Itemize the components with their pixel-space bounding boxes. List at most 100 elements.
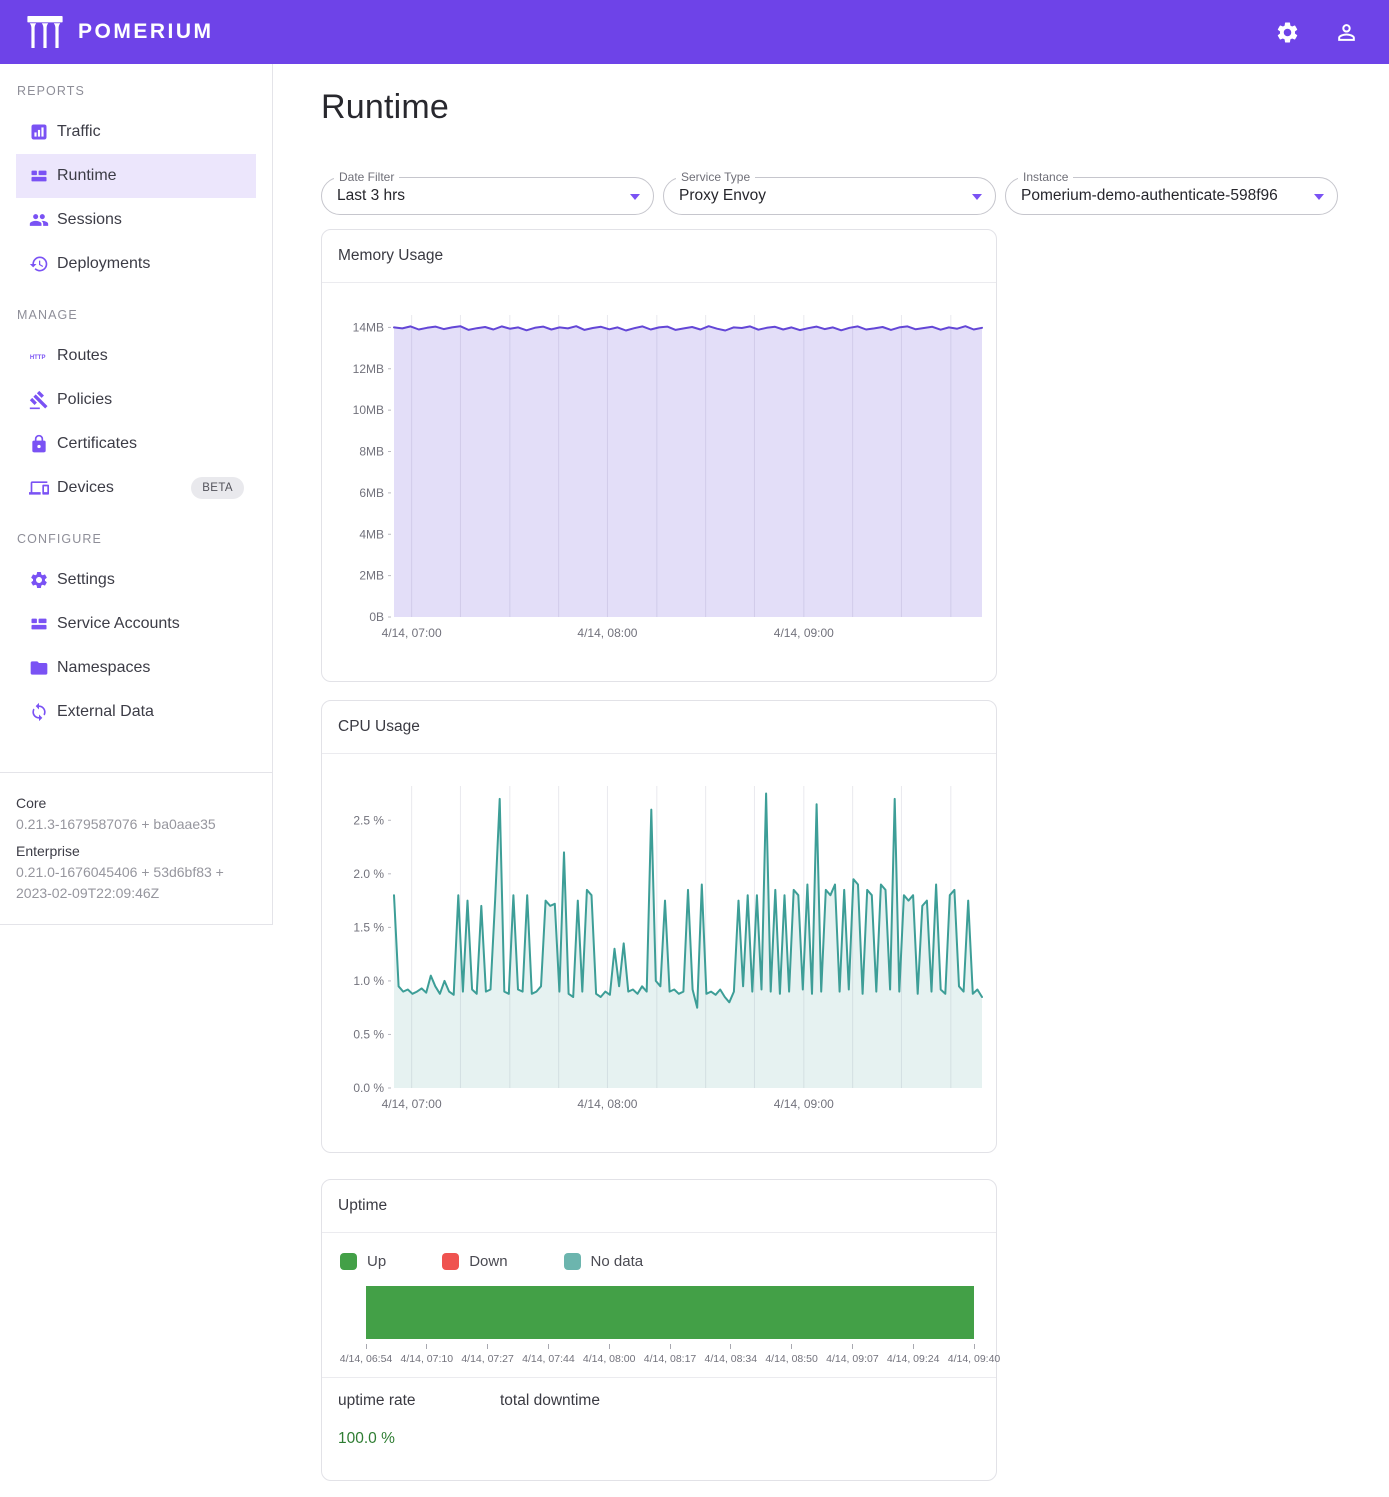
- date-filter-label: Date Filter: [334, 170, 399, 184]
- sidebar-section-title: MANAGE: [0, 308, 272, 322]
- uptime-tick-mark: [791, 1344, 792, 1349]
- total-downtime-col: total downtime: [500, 1392, 600, 1448]
- sidebar-item-sessions[interactable]: Sessions: [16, 198, 256, 242]
- uptime-tick-label: 4/14, 06:54: [340, 1353, 393, 1365]
- sidebar-item-runtime[interactable]: Runtime: [16, 154, 256, 198]
- sidebar-item-label: Settings: [57, 571, 115, 589]
- svg-text:HTTP: HTTP: [30, 355, 46, 361]
- sidebar-item-deployments[interactable]: Deployments: [16, 242, 256, 286]
- legend-swatch: [564, 1253, 581, 1270]
- page-title: Runtime: [321, 88, 1341, 127]
- chevron-down-icon: [630, 194, 640, 200]
- certificates-lock-icon: [29, 434, 49, 454]
- namespaces-folder-icon: [29, 658, 49, 678]
- sidebar-item-policies[interactable]: Policies: [16, 378, 256, 422]
- uptime-tick-mark: [670, 1344, 671, 1349]
- svg-text:4/14, 08:00: 4/14, 08:00: [577, 626, 637, 640]
- uptime-tick-mark: [487, 1344, 488, 1349]
- svg-text:1.5 %: 1.5 %: [353, 920, 384, 934]
- memory-usage-card: Memory Usage 14MB12MB10MB8MB6MB4MB2MB0B4…: [321, 229, 997, 682]
- legend-swatch: [340, 1253, 357, 1270]
- sidebar-nav: REPORTS Traffic Runtime SessionsDeployments…: [0, 84, 272, 772]
- deployments-history-icon: [29, 254, 49, 274]
- traffic-chart-icon: [29, 122, 49, 142]
- uptime-tick-mark: [366, 1344, 367, 1349]
- cpu-usage-card: CPU Usage 2.5 %2.0 %1.5 %1.0 %0.5 %0.0 %…: [321, 700, 997, 1153]
- sidebar-item-service-accounts[interactable]: Service Accounts: [16, 602, 256, 646]
- instance-label: Instance: [1018, 170, 1073, 184]
- sidebar-item-label: Routes: [57, 347, 108, 365]
- svg-text:2.0 %: 2.0 %: [353, 867, 384, 881]
- enterprise-version-value: 0.21.0-1676045406 + 53d6bf83 + 2023-02-0…: [16, 862, 256, 904]
- service-type-select[interactable]: Service Type Proxy Envoy: [663, 177, 996, 215]
- svg-text:8MB: 8MB: [359, 445, 384, 459]
- sidebar-item-label: Traffic: [57, 123, 101, 141]
- brand: POMERIUM: [24, 16, 214, 48]
- uptime-bar: [366, 1286, 974, 1339]
- legend-label: Down: [469, 1253, 507, 1270]
- settings-gear-icon: [29, 570, 49, 590]
- sidebar-item-label: Runtime: [57, 167, 117, 185]
- uptime-tick-mark: [730, 1344, 731, 1349]
- instance-select[interactable]: Instance Pomerium-demo-authenticate-598f…: [1005, 177, 1338, 215]
- runtime-storage-icon: [29, 166, 49, 186]
- service-type-value: Proxy Envoy: [679, 187, 766, 205]
- sidebar: REPORTS Traffic Runtime SessionsDeployments…: [0, 64, 273, 925]
- settings-gear-icon[interactable]: [1271, 16, 1304, 49]
- cpu-usage-chart: 2.5 %2.0 %1.5 %1.0 %0.5 %0.0 %4/14, 07:0…: [336, 774, 984, 1126]
- svg-text:4MB: 4MB: [359, 527, 384, 541]
- cpu-usage-title: CPU Usage: [322, 701, 996, 754]
- service-accounts-icon: [29, 614, 49, 634]
- uptime-segment-up: [366, 1286, 974, 1339]
- routes-http-icon: HTTP: [29, 346, 49, 366]
- filters-row: Date Filter Last 3 hrs Service Type Prox…: [321, 177, 1341, 215]
- uptime-tick-label: 4/14, 07:27: [461, 1353, 514, 1365]
- legend-item-down: Down: [442, 1253, 507, 1270]
- uptime-tick-mark: [548, 1344, 549, 1349]
- sidebar-item-external-data[interactable]: External Data: [16, 690, 256, 734]
- uptime-tick-mark: [852, 1344, 853, 1349]
- sidebar-item-devices[interactable]: DevicesBETA: [16, 466, 256, 510]
- instance-value: Pomerium-demo-authenticate-598f96: [1021, 187, 1278, 205]
- uptime-legend: UpDownNo data: [336, 1247, 982, 1286]
- legend-swatch: [442, 1253, 459, 1270]
- memory-usage-chart: 14MB12MB10MB8MB6MB4MB2MB0B4/14, 07:004/1…: [336, 303, 984, 655]
- legend-label: Up: [367, 1253, 386, 1270]
- account-person-icon[interactable]: [1330, 16, 1363, 49]
- uptime-summary: uptime rate 100.0 % total downtime: [322, 1377, 996, 1480]
- header-actions: [1271, 16, 1363, 49]
- service-type-label: Service Type: [676, 170, 755, 184]
- sidebar-section-manage: MANAGE HTTP Routes Policies CertificatesDevi…: [0, 308, 272, 510]
- uptime-rate-value: 100.0 %: [338, 1430, 500, 1448]
- sidebar-item-routes[interactable]: HTTP Routes: [16, 334, 256, 378]
- uptime-tick-label: 4/14, 09:07: [826, 1353, 879, 1365]
- svg-text:6MB: 6MB: [359, 486, 384, 500]
- policies-gavel-icon: [29, 390, 49, 410]
- uptime-tick-label: 4/14, 08:34: [705, 1353, 758, 1365]
- uptime-tick-label: 4/14, 07:10: [401, 1353, 454, 1365]
- memory-usage-body: 14MB12MB10MB8MB6MB4MB2MB0B4/14, 07:004/1…: [322, 283, 996, 681]
- pomerium-logo-icon: [24, 16, 66, 48]
- beta-badge: BETA: [191, 477, 244, 499]
- sidebar-item-label: Policies: [57, 391, 112, 409]
- sidebar-section-title: REPORTS: [0, 84, 272, 98]
- sidebar-item-settings[interactable]: Settings: [16, 558, 256, 602]
- svg-text:2MB: 2MB: [359, 569, 384, 583]
- svg-text:4/14, 07:00: 4/14, 07:00: [382, 626, 442, 640]
- date-filter-select[interactable]: Date Filter Last 3 hrs: [321, 177, 654, 215]
- brand-name: POMERIUM: [78, 20, 214, 44]
- uptime-tick-label: 4/14, 09:40: [948, 1353, 1001, 1365]
- chevron-down-icon: [1314, 194, 1324, 200]
- uptime-tick-label: 4/14, 08:17: [644, 1353, 697, 1365]
- sidebar-item-traffic[interactable]: Traffic: [16, 110, 256, 154]
- core-version-value: 0.21.3-1679587076 + ba0aae35: [16, 814, 256, 835]
- legend-item-up: Up: [340, 1253, 386, 1270]
- sidebar-section-configure: CONFIGURESettingsService AccountsNamespa…: [0, 532, 272, 734]
- svg-text:0.5 %: 0.5 %: [353, 1027, 384, 1041]
- uptime-rate-label: uptime rate: [338, 1392, 500, 1410]
- uptime-title: Uptime: [322, 1180, 996, 1233]
- sidebar-item-certificates[interactable]: Certificates: [16, 422, 256, 466]
- sidebar-item-namespaces[interactable]: Namespaces: [16, 646, 256, 690]
- uptime-tick-label: 4/14, 09:24: [887, 1353, 940, 1365]
- uptime-tick-mark: [974, 1344, 975, 1349]
